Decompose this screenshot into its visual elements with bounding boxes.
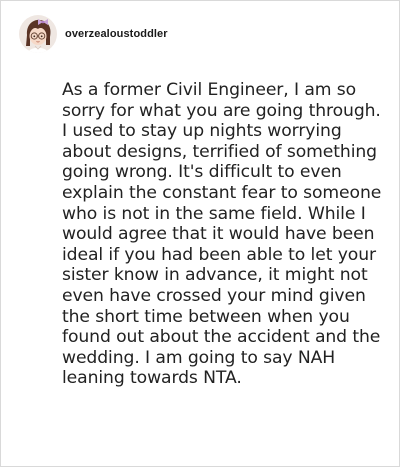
comment-header: overzealoustoddler	[19, 14, 168, 54]
username-link[interactable]: overzealoustoddler	[65, 28, 168, 40]
user-avatar[interactable]	[19, 15, 57, 53]
comment-card: overzealoustoddler As a former Civil Eng…	[0, 0, 400, 467]
avatar-icon	[19, 15, 57, 53]
comment-body-text: As a former Civil Engineer, I am so sorr…	[62, 80, 382, 389]
